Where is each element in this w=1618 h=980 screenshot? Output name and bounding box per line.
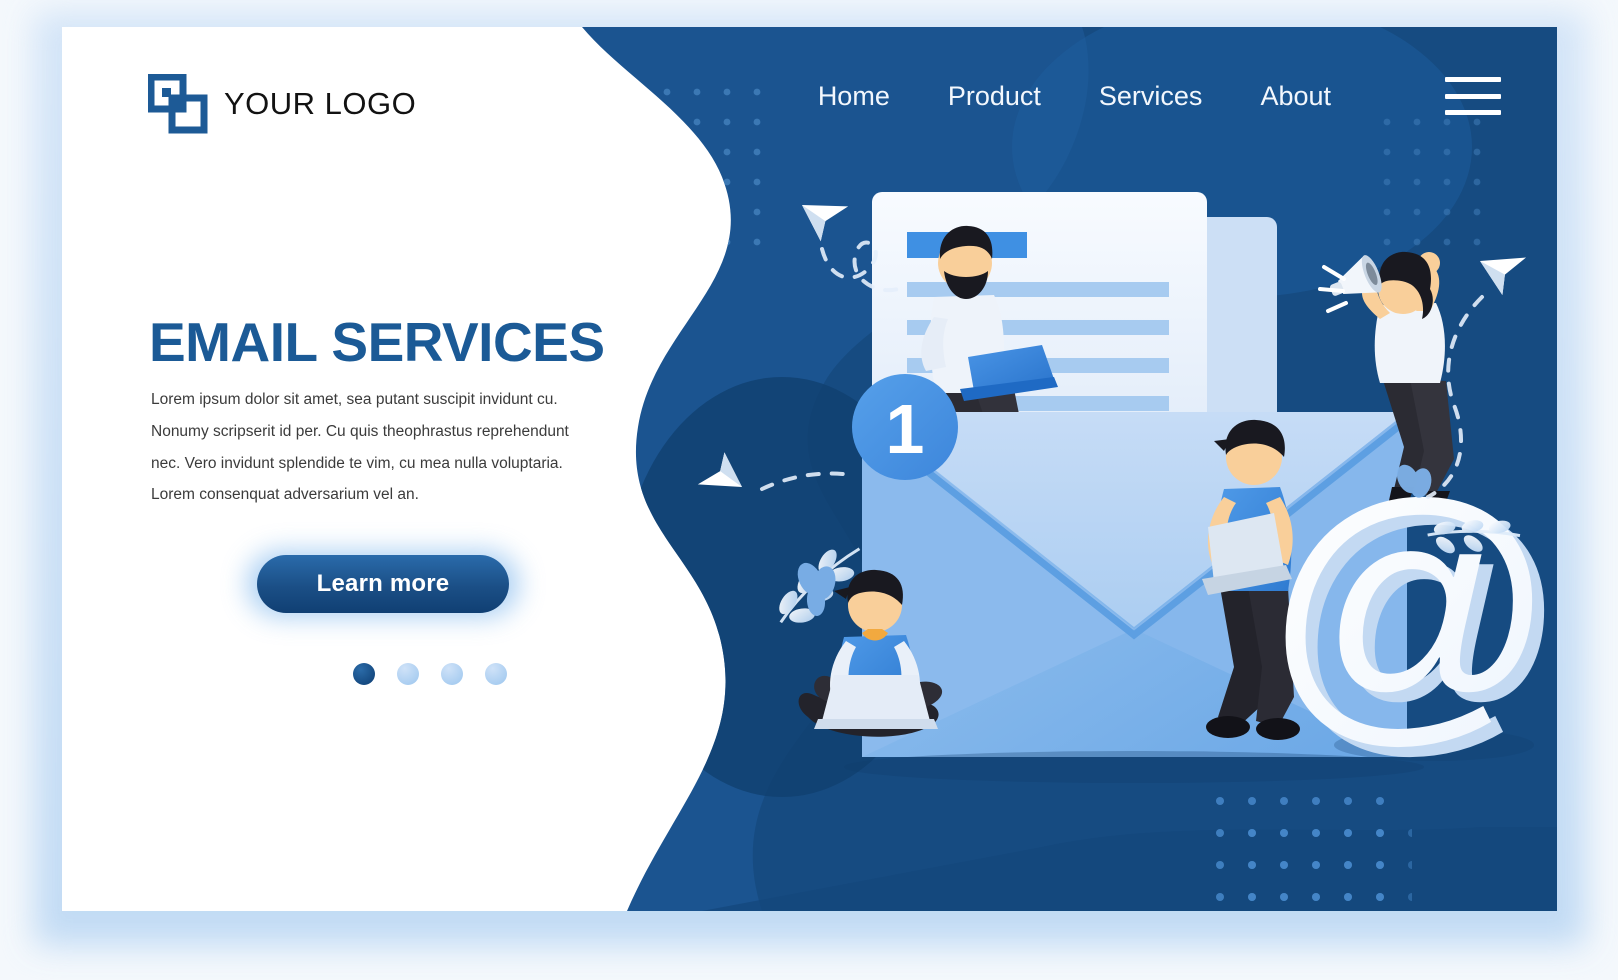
main-navigation: Home Product Services About [818,77,1501,115]
burger-line [1445,93,1501,99]
carousel-dot-2[interactable] [397,663,419,685]
brand-name: YOUR LOGO [224,86,417,121]
overlapping-squares-logo-icon [148,74,208,134]
nav-item-services[interactable]: Services [1099,81,1203,112]
hero-description: Lorem ipsum dolor sit amet, sea putant s… [151,391,569,504]
svg-text:1: 1 [886,390,925,468]
at-symbol: @ @ [1263,445,1557,779]
burger-line [1445,77,1501,82]
notification-badge: 1 [852,374,958,480]
nav-item-product[interactable]: Product [948,81,1041,112]
page-title: EMAIL SERVICES [149,311,605,373]
carousel-dot-4[interactable] [485,663,507,685]
svg-text:@: @ [1263,445,1557,769]
nav-item-about[interactable]: About [1260,81,1331,112]
hero-content: YOUR LOGO EMAIL SERVICES Lorem ipsum dol… [148,27,668,911]
nav-item-home[interactable]: Home [818,81,890,112]
burger-line [1445,110,1501,115]
learn-more-button[interactable]: Learn more [257,555,509,613]
hero-card: 1 @ @ Home Product Services About YOUR L… [62,27,1557,911]
brand-logo[interactable]: YOUR LOGO [148,74,416,134]
landing-page: 1 @ @ Home Product Services About YOUR L… [0,0,1618,980]
hamburger-menu-icon[interactable] [1445,77,1501,115]
carousel-dot-1[interactable] [353,663,375,685]
carousel-pagination [353,663,507,685]
cta-container: Learn more [233,537,563,647]
carousel-dot-3[interactable] [441,663,463,685]
